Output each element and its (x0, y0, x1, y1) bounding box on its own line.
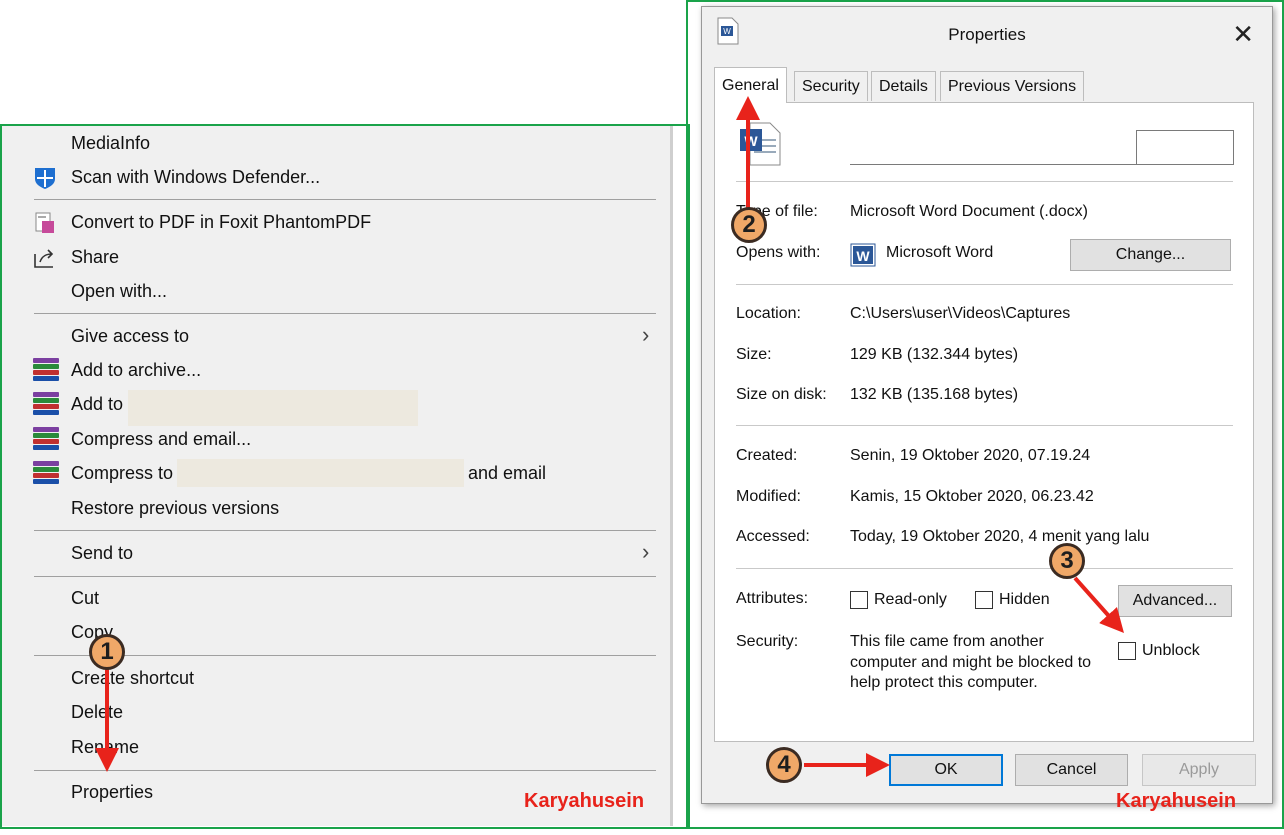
arrow-step3 (1073, 576, 1124, 633)
watermark-left: Karyahusein (524, 790, 645, 812)
step-badge-3: 3 (1049, 543, 1085, 579)
instruction-arrows (95, 96, 1124, 777)
step-badge-4: 4 (766, 747, 802, 783)
step-badge-2: 2 (731, 207, 767, 243)
step-badge-1: 1 (89, 634, 125, 670)
watermark-right: Karyahusein (1116, 790, 1237, 812)
